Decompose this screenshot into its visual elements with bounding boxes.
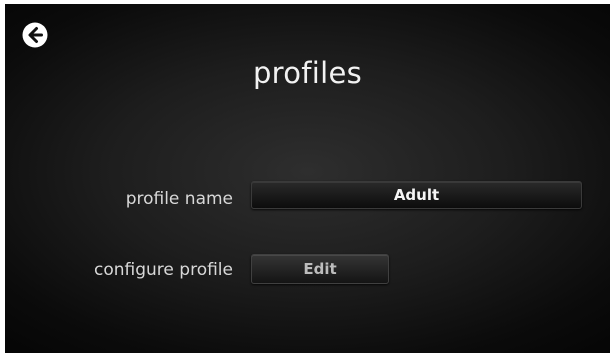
configure-profile-label: configure profile	[94, 260, 233, 280]
profile-name-field[interactable]: Adult	[251, 181, 582, 209]
edit-button[interactable]: Edit	[251, 254, 389, 284]
back-arrow-icon	[22, 22, 48, 48]
page-title: profiles	[252, 56, 363, 90]
profile-name-label: profile name	[125, 189, 233, 209]
profiles-screen: profiles profile name Adult configure pr…	[5, 4, 610, 353]
back-button[interactable]	[22, 22, 48, 48]
